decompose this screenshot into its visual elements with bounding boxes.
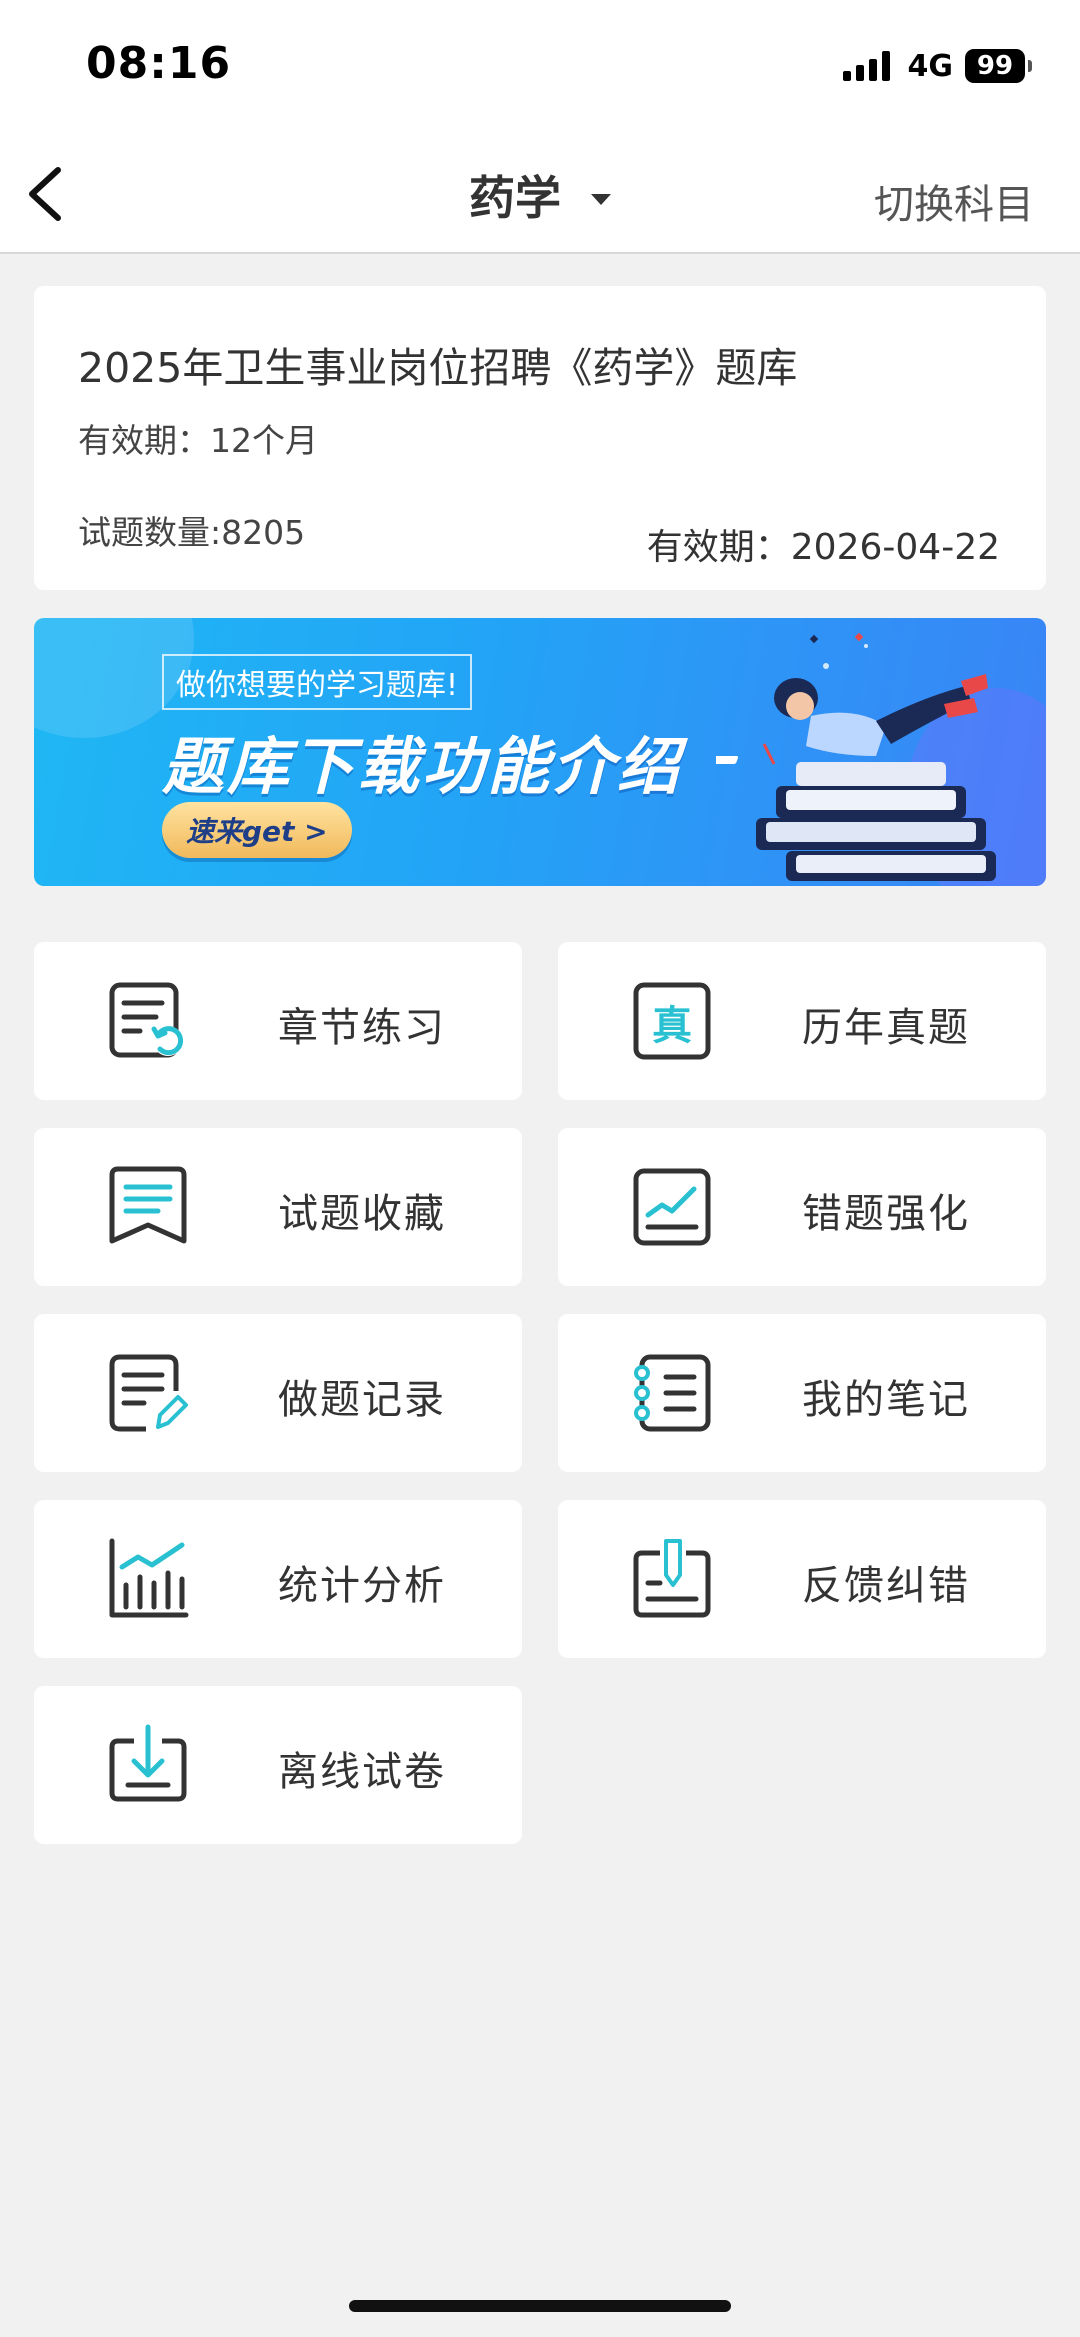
record-edit-icon: [109, 1354, 188, 1432]
past-exams-icon: 真: [633, 982, 711, 1060]
menu-label: 统计分析: [278, 1563, 446, 1609]
menu-label: 离线试卷: [278, 1749, 446, 1795]
menu-tile-offline-papers[interactable]: 离线试卷: [34, 1686, 522, 1844]
menu-label: 历年真题: [802, 1005, 970, 1051]
download-icon: [109, 1724, 187, 1802]
menu-label: 试题收藏: [278, 1191, 446, 1237]
menu-tile-feedback[interactable]: 反馈纠错: [558, 1500, 1046, 1658]
switch-subject-button[interactable]: 切换科目: [874, 172, 1034, 230]
menu-label: 做题记录: [278, 1377, 446, 1423]
menu-tile-records[interactable]: 做题记录: [34, 1314, 522, 1472]
menu-label: 我的笔记: [802, 1377, 970, 1423]
exam-title: 2025年卫生事业岗位招聘《药学》题库: [78, 344, 798, 392]
page-title: 药学: [469, 171, 561, 225]
svg-text:真: 真: [652, 1003, 692, 1049]
menu-label: 反馈纠错: [802, 1563, 970, 1609]
statistics-icon: [109, 1538, 189, 1618]
menu-tile-bookmarks[interactable]: 试题收藏: [34, 1128, 522, 1286]
notebook-icon: [634, 1354, 711, 1432]
validity-period: 有效期：12个月: [78, 421, 318, 460]
network-type: 4G: [907, 48, 954, 84]
home-indicator[interactable]: [349, 2300, 731, 2312]
exam-info-card: 2025年卫生事业岗位招聘《药学》题库 有效期：12个月 试题数量:8205 有…: [34, 286, 1046, 590]
status-indicators: 4G 99: [842, 46, 1032, 86]
download-feature-banner[interactable]: 做你想要的学习题库! 题库下载功能介绍 速来get >: [34, 618, 1046, 886]
menu-tile-statistics[interactable]: 统计分析: [34, 1500, 522, 1658]
menu-tile-mistakes[interactable]: 错题强化: [558, 1128, 1046, 1286]
battery-level: 99: [965, 49, 1025, 83]
reading-on-books-illustration: [716, 632, 996, 881]
battery-icon: 99: [965, 49, 1032, 83]
banner-cta-button[interactable]: 速来get >: [162, 802, 352, 858]
menu-label: 章节练习: [278, 1005, 446, 1051]
status-bar: 08:16 4G 99: [0, 0, 1080, 140]
menu-tile-chapter-practice[interactable]: 章节练习: [34, 942, 522, 1100]
question-count: 试题数量:8205: [78, 513, 306, 552]
menu-label: 错题强化: [802, 1191, 970, 1237]
menu-tile-notes[interactable]: 我的笔记: [558, 1314, 1046, 1472]
expire-date: 有效期：2026-04-22: [646, 527, 1000, 568]
caret-down-icon: [591, 193, 611, 205]
banner-tagline: 做你想要的学习题库!: [162, 654, 473, 710]
bookmark-icon: [109, 1166, 187, 1244]
feedback-icon: [633, 1539, 711, 1618]
nav-bar: 药学 切换科目: [0, 140, 1080, 254]
banner-headline: 题库下载功能介绍: [162, 730, 683, 803]
status-time: 08:16: [86, 38, 232, 89]
mistakes-chart-icon: [633, 1168, 711, 1246]
chapter-practice-icon: [109, 982, 184, 1058]
signal-icon: [842, 51, 890, 81]
menu-tile-past-exams[interactable]: 真 历年真题: [558, 942, 1046, 1100]
